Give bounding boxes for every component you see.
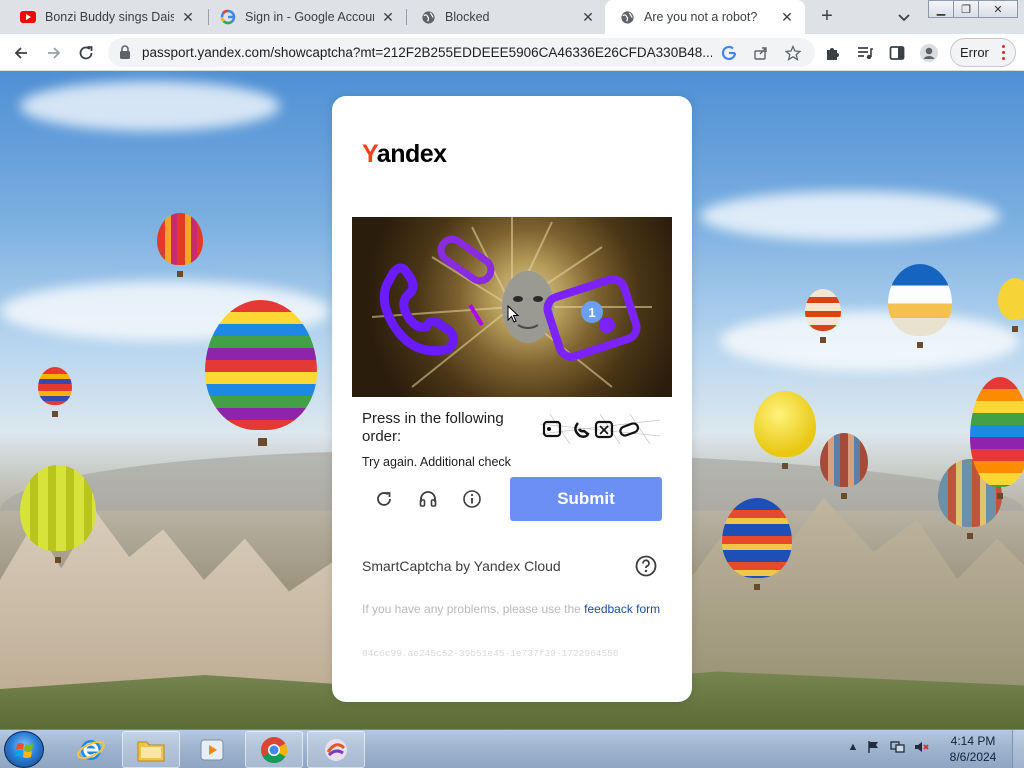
- icon-order-hint: [539, 413, 661, 445]
- clock-date: 8/6/2024: [949, 750, 997, 764]
- balloon: [998, 278, 1024, 332]
- reload-button[interactable]: [73, 40, 99, 66]
- tab-title: Bonzi Buddy sings Daisy: [45, 10, 174, 24]
- google-lens-icon[interactable]: [720, 44, 738, 62]
- media-player-icon: [200, 739, 224, 760]
- request-id: 84c6c99.ae245c52-39b51e45-1e737f39-17229…: [362, 648, 619, 659]
- balloon: [820, 433, 868, 499]
- tab-title: Blocked: [445, 10, 490, 24]
- taskbar-clock[interactable]: 4:14 PM 8/6/2024: [945, 733, 1001, 765]
- submit-button[interactable]: Submit: [510, 477, 662, 521]
- audio-captcha-button[interactable]: [415, 486, 441, 512]
- network-icon[interactable]: [890, 739, 906, 755]
- action-center-flag-icon[interactable]: [866, 739, 882, 755]
- balloon: [38, 367, 72, 417]
- help-question-icon[interactable]: [634, 554, 658, 578]
- balloon: [157, 213, 203, 277]
- refresh-icon: [377, 492, 391, 506]
- balloon: [205, 300, 317, 446]
- taskbar-internet-explorer[interactable]: [62, 731, 120, 768]
- clock-time: 4:14 PM: [950, 734, 996, 748]
- media-control-button[interactable]: [852, 40, 878, 66]
- tab-title: Sign in - Google Accounts: [245, 10, 374, 24]
- menu-dots-icon: [1002, 45, 1006, 63]
- balloon: [20, 465, 96, 563]
- side-panel-button[interactable]: [884, 40, 910, 66]
- tab-strip: Bonzi Buddy sings Daisy ✕ Sign in - Goog…: [0, 0, 1024, 34]
- playlist-icon: [858, 47, 873, 60]
- youtube-icon: [20, 9, 36, 25]
- tab-blocked[interactable]: Blocked ✕: [406, 0, 606, 34]
- info-button[interactable]: [459, 486, 485, 512]
- close-tab-icon[interactable]: ✕: [580, 9, 596, 25]
- globe-icon: [420, 9, 436, 25]
- tab-youtube[interactable]: Bonzi Buddy sings Daisy ✕: [6, 0, 206, 34]
- browser-toolbar: passport.yandex.com/showcaptcha?mt=212F2…: [0, 34, 1024, 71]
- close-tab-icon[interactable]: ✕: [380, 9, 396, 25]
- restore-window-button[interactable]: ❐: [953, 0, 979, 18]
- balloon: [888, 264, 952, 348]
- bonzi-buddy-icon: [325, 738, 347, 761]
- profile-button[interactable]: [916, 40, 942, 66]
- address-bar[interactable]: passport.yandex.com/showcaptcha?mt=212F2…: [108, 38, 815, 67]
- captcha-instruction: Press in the following order:: [362, 410, 504, 445]
- error-menu-button[interactable]: Error: [950, 38, 1016, 67]
- back-button[interactable]: [8, 40, 34, 66]
- show-hidden-icons-icon[interactable]: ▲: [845, 739, 861, 755]
- problems-text: If you have any problems, please use the…: [362, 602, 661, 616]
- mouse-cursor-icon: [507, 304, 520, 328]
- side-panel-icon: [889, 46, 905, 60]
- forward-arrow-icon: [48, 47, 61, 59]
- close-tab-icon[interactable]: ✕: [779, 9, 795, 25]
- balloon: [722, 498, 792, 590]
- yandex-logo: Yandex: [362, 140, 447, 168]
- tab-title: Are you not a robot?: [644, 10, 758, 24]
- info-icon: [463, 490, 481, 508]
- puzzle-icon: [827, 48, 839, 60]
- provider-label: SmartCaptcha by Yandex Cloud: [362, 558, 561, 574]
- internet-explorer-icon: [77, 739, 105, 760]
- avatar-icon: [920, 44, 938, 62]
- back-arrow-icon: [14, 47, 27, 59]
- close-tab-icon[interactable]: ✕: [180, 9, 196, 25]
- new-tab-button[interactable]: +: [815, 5, 839, 29]
- start-button[interactable]: [4, 731, 44, 768]
- click-marker-badge[interactable]: 1: [581, 301, 603, 323]
- google-icon: [220, 9, 236, 25]
- close-window-button[interactable]: ✕: [978, 0, 1018, 18]
- taskbar-media-player[interactable]: [183, 731, 241, 768]
- balloon: [805, 289, 841, 343]
- reload-icon: [79, 46, 93, 60]
- bookmark-star-icon[interactable]: [784, 44, 802, 62]
- windows-logo-icon: [15, 743, 33, 758]
- show-desktop-button[interactable]: [1012, 730, 1024, 768]
- taskbar-bonzi-app[interactable]: [307, 731, 365, 768]
- error-label: Error: [960, 45, 989, 60]
- taskbar-chrome[interactable]: [245, 731, 303, 768]
- balloon: [970, 377, 1024, 499]
- extensions-button[interactable]: [820, 40, 846, 66]
- minimize-window-button[interactable]: ▁: [928, 0, 954, 18]
- refresh-captcha-button[interactable]: [371, 486, 397, 512]
- globe-icon: [619, 9, 635, 25]
- retry-message: Try again. Additional check: [362, 455, 511, 469]
- captcha-image[interactable]: 1: [352, 217, 672, 397]
- folder-icon: [137, 741, 165, 761]
- tab-captcha-active[interactable]: Are you not a robot? ✕: [605, 0, 805, 34]
- headphones-icon: [419, 491, 437, 507]
- tab-google-signin[interactable]: Sign in - Google Accounts ✕: [206, 0, 406, 34]
- feedback-form-link[interactable]: feedback form: [584, 602, 660, 616]
- chrome-icon: [261, 736, 288, 763]
- lock-icon[interactable]: [118, 45, 132, 65]
- tab-search-chevron-icon[interactable]: [895, 8, 913, 26]
- share-icon[interactable]: [752, 44, 770, 62]
- taskbar-file-explorer[interactable]: [122, 731, 180, 768]
- windows-taskbar: ▲ 4:14 PM 8/6/2024: [0, 729, 1024, 768]
- balloon: [754, 391, 816, 469]
- volume-muted-icon[interactable]: [914, 739, 930, 755]
- captcha-card: Yandex 1 Press in the following order: T…: [332, 96, 692, 702]
- url-text[interactable]: passport.yandex.com/showcaptcha?mt=212F2…: [142, 45, 712, 60]
- forward-button[interactable]: [41, 40, 67, 66]
